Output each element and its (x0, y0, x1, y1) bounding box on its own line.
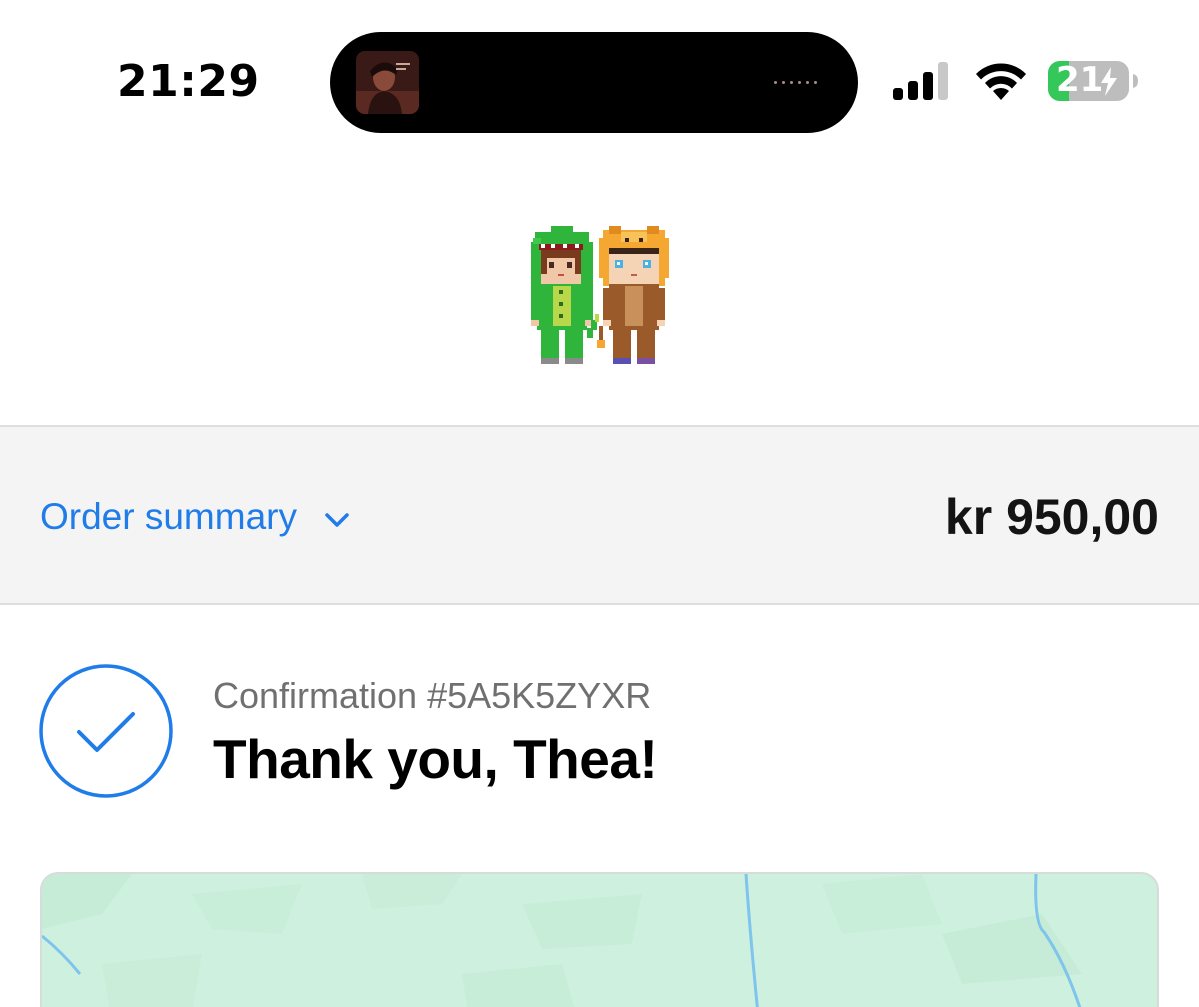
thank-you-heading: Thank you, Thea! (213, 728, 658, 790)
status-time: 21:29 (117, 56, 260, 107)
confirmation-number: Confirmation #5A5K5ZYXR (213, 675, 652, 716)
pixel-characters-logo[interactable] (529, 224, 671, 368)
map-terrain (42, 874, 1082, 1007)
order-summary-toggle[interactable]: Order summary (40, 489, 351, 545)
order-summary-label: Order summary (40, 496, 297, 537)
checkout-confirmation-screen: 21:29 21 Order summary kr 950,00 Confirm… (0, 0, 1199, 1007)
dino-character (531, 226, 599, 364)
wifi-icon (976, 63, 1026, 100)
audio-indicator (774, 81, 817, 84)
lion-character (597, 226, 669, 364)
battery-level: 21 (1056, 60, 1104, 100)
signal-icon (893, 62, 948, 100)
dynamic-island[interactable] (330, 32, 858, 133)
delivery-map[interactable] (40, 872, 1159, 1007)
chevron-down-icon (325, 513, 349, 527)
media-artwork-icon (356, 51, 419, 114)
check-circle-icon (39, 664, 173, 798)
order-summary-bar: Order summary kr 950,00 (0, 425, 1199, 605)
order-total: kr 950,00 (944, 489, 1159, 545)
